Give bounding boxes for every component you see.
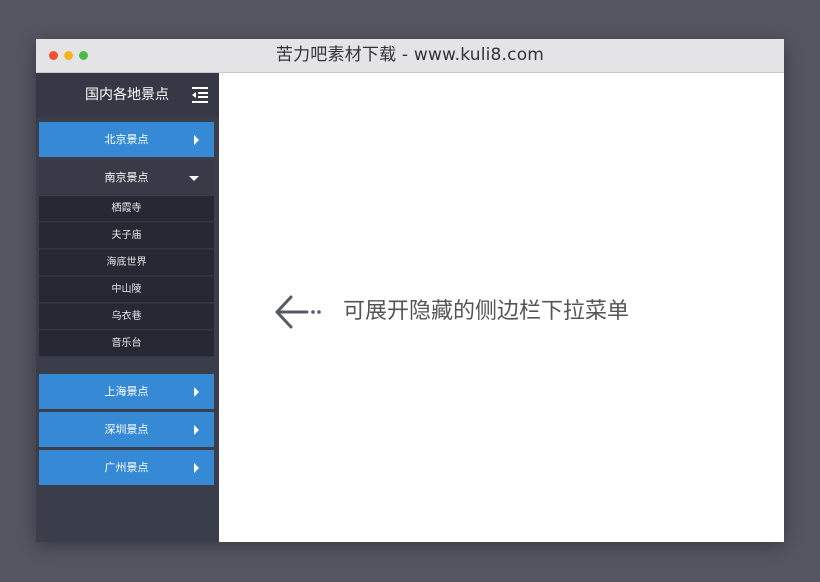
sidebar-item-guangzhou[interactable]: 广州景点 xyxy=(39,450,214,485)
submenu-item[interactable]: 乌衣巷 xyxy=(39,304,214,330)
submenu-item[interactable]: 音乐台 xyxy=(39,331,214,357)
sidebar-item-label: 北京景点 xyxy=(104,133,149,146)
caret-right-icon xyxy=(194,425,199,435)
submenu-item[interactable]: 栖霞寺 xyxy=(39,196,214,222)
sidebar-item-shenzhen[interactable]: 深圳景点 xyxy=(39,412,214,447)
caret-down-icon xyxy=(189,176,199,181)
sidebar: 国内各地景点 北京景点 南京景点 栖霞寺 夫子庙 海底世界 中山陵 乌衣巷 音乐… xyxy=(36,73,219,542)
sidebar-item-label: 广州景点 xyxy=(104,461,149,474)
main-content: 可展开隐藏的侧边栏下拉菜单 xyxy=(219,73,784,542)
sidebar-title: 国内各地景点 xyxy=(85,87,169,103)
submenu-item[interactable]: 海底世界 xyxy=(39,250,214,276)
hint-text: 可展开隐藏的侧边栏下拉菜单 xyxy=(343,299,630,324)
submenu-item[interactable]: 夫子庙 xyxy=(39,223,214,249)
indent-list-icon[interactable] xyxy=(190,85,210,105)
sidebar-item-label: 深圳景点 xyxy=(104,423,149,436)
caret-right-icon xyxy=(194,387,199,397)
sidebar-item-label: 上海景点 xyxy=(104,385,149,398)
browser-window: 苦力吧素材下载 - www.kuli8.com 国内各地景点 北京景点 南京景点… xyxy=(36,39,784,542)
caret-right-icon xyxy=(194,135,199,145)
sidebar-item-shanghai[interactable]: 上海景点 xyxy=(39,374,214,409)
nanjing-submenu: 栖霞寺 夫子庙 海底世界 中山陵 乌衣巷 音乐台 xyxy=(39,196,214,357)
submenu-item[interactable]: 中山陵 xyxy=(39,277,214,303)
window-title: 苦力吧素材下载 - www.kuli8.com xyxy=(275,45,545,65)
sidebar-item-label: 南京景点 xyxy=(104,171,149,184)
title-bar: 苦力吧素材下载 - www.kuli8.com xyxy=(36,39,784,73)
sidebar-item-nanjing[interactable]: 南京景点 xyxy=(39,160,214,195)
caret-right-icon xyxy=(194,463,199,473)
sidebar-item-beijing[interactable]: 北京景点 xyxy=(39,122,214,157)
sidebar-header: 国内各地景点 xyxy=(36,73,219,117)
arrow-left-icon xyxy=(275,295,321,329)
